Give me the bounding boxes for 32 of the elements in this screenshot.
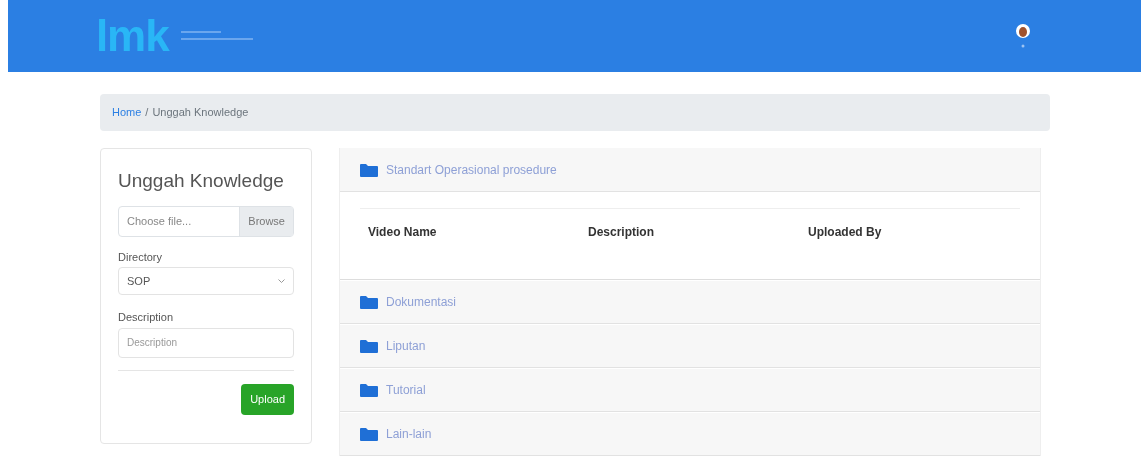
folder-name: Dokumentasi	[386, 294, 457, 311]
folder-icon	[360, 383, 378, 397]
field-label: Directory	[118, 249, 163, 265]
folder-icon	[360, 295, 378, 309]
folder-icon	[360, 162, 378, 177]
folder-header[interactable]: Lain-lain	[340, 412, 1040, 456]
browse-button[interactable]: Browse	[239, 206, 293, 236]
breadcrumb-current: Unggah Knowledge	[152, 105, 249, 121]
file-input[interactable]: Choose file... Browse	[118, 205, 294, 237]
folder-name: Liputan	[386, 338, 426, 355]
description-input[interactable]: Description	[118, 327, 294, 358]
folder-name: Standart Operasional prosedure	[386, 161, 557, 179]
folder-icon	[360, 427, 378, 441]
folder-icon	[360, 339, 378, 353]
form-title: Unggah Knowledge	[118, 169, 285, 193]
folder-name: Tutorial	[386, 382, 426, 399]
folder-header[interactable]: Dokumentasi	[340, 280, 1040, 324]
chevron-down-icon	[278, 278, 285, 284]
folder-header[interactable]: Tutorial	[340, 368, 1040, 412]
directory-select[interactable]: SOP	[118, 267, 294, 295]
file-placeholder: Choose file...	[126, 213, 193, 229]
column-header: Video Name	[367, 224, 438, 241]
user-avatar-icon[interactable]	[1015, 22, 1031, 50]
field-label: Description	[118, 310, 175, 325]
upload-button[interactable]: Upload	[241, 383, 294, 415]
folder-header[interactable]: Liputan	[340, 324, 1040, 368]
breadcrumb-link[interactable]: Home	[112, 104, 142, 121]
folder-name: Lain-lain	[386, 426, 432, 443]
column-header: Uploaded By	[807, 224, 883, 241]
folder-header[interactable]: Standart Operasional prosedure	[340, 148, 1040, 192]
breadcrumb-separator: /	[145, 105, 149, 121]
column-header: Description	[587, 224, 655, 241]
